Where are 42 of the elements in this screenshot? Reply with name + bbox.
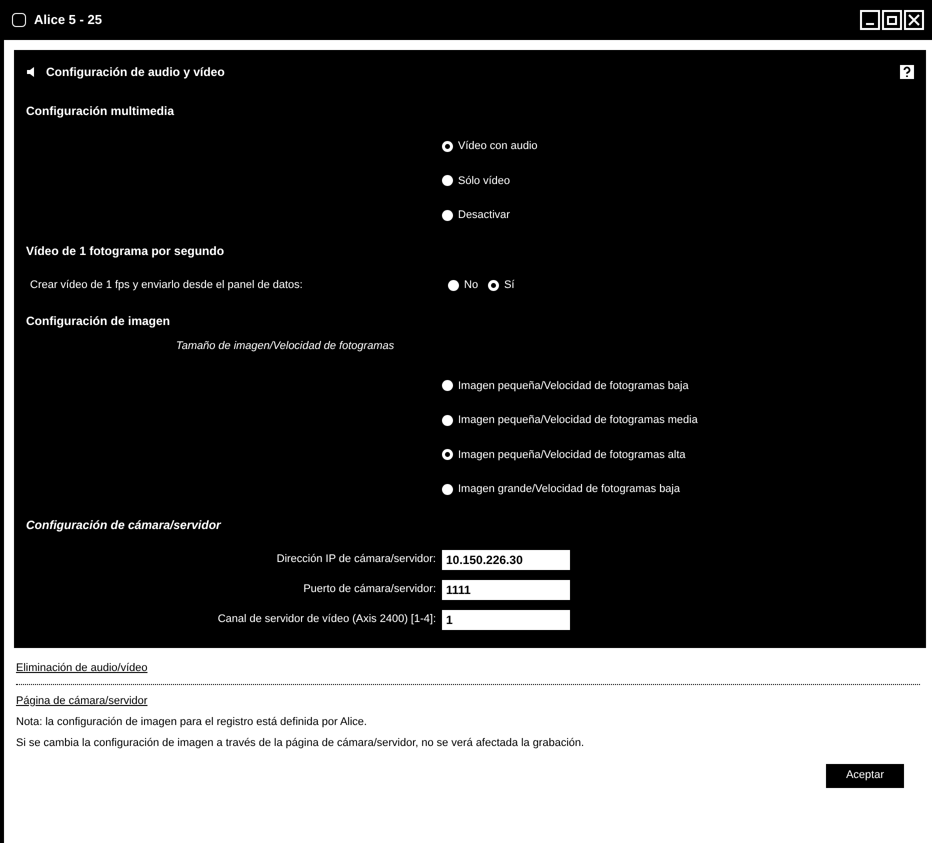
maximize-button[interactable]: [882, 10, 902, 30]
radio-button[interactable]: [442, 414, 453, 426]
radio-button[interactable]: [448, 280, 459, 291]
radio-button[interactable]: [442, 484, 453, 495]
link[interactable]: Página de cámara/servidor: [16, 693, 148, 710]
radio-button[interactable]: [442, 210, 453, 221]
minimize-button[interactable]: [860, 10, 880, 30]
input-field[interactable]: 10.150.226.30: [442, 550, 570, 570]
section-heading: Vídeo de 1 fotograma por segundo: [26, 242, 224, 260]
radio-label: Sí: [504, 278, 514, 294]
field-label: Dirección IP de cámara/servidor:: [276, 552, 436, 568]
link[interactable]: Eliminación de audio/vídeo: [16, 660, 148, 676]
section-heading: Configuración de cámara/servidor: [26, 516, 221, 534]
radio-label: Imagen grande/Velocidad de fotogramas baja: [458, 482, 680, 497]
radio-label: No: [464, 278, 478, 294]
app-icon: [12, 13, 26, 27]
note-text: Nota: la configuración de imagen para el registro está definida por Alice.: [16, 714, 368, 730]
radio-label: Imagen pequeña/Velocidad de fotogramas alta: [458, 448, 686, 462]
help-icon[interactable]: [900, 65, 914, 79]
radio-button[interactable]: [488, 280, 500, 291]
panel-title: Configuración de audio y vídeo: [46, 64, 225, 81]
radio-label: Vídeo con audio: [458, 139, 538, 154]
input-field[interactable]: 1111: [442, 580, 570, 600]
radio-button[interactable]: [442, 380, 453, 392]
note-text: Si se cambia la configuración de imagen a través de la página de cámara/servidor, no se verá afectada la grabación.: [16, 736, 586, 751]
radio-button[interactable]: [442, 449, 453, 460]
radio-button[interactable]: [442, 140, 453, 152]
section-heading: Configuración multimedia: [26, 103, 174, 120]
field-label: Canal de servidor de vídeo (Axis 2400) [1-4]:: [216, 612, 436, 628]
field-label: Crear vídeo de 1 fps y enviarlo desde el panel de datos:: [30, 278, 304, 294]
radio-label: Desactivar: [458, 208, 510, 223]
input-field[interactable]: 1: [442, 610, 570, 630]
radio-label: Sólo vídeo: [458, 174, 510, 188]
accept-button[interactable]: Aceptar: [826, 764, 904, 788]
field-label: Tamaño de imagen/Velocidad de fotogramas: [175, 338, 394, 354]
close-button[interactable]: [904, 10, 924, 30]
field-label: Puerto de cámara/servidor:: [302, 582, 436, 598]
section-heading: Configuración de imagen: [26, 312, 170, 330]
window-title: Alice 5 - 25: [34, 11, 102, 30]
radio-label: Imagen pequeña/Velocidad de fotogramas media: [458, 413, 698, 428]
radio-label: Imagen pequeña/Velocidad de fotogramas baja: [458, 378, 689, 394]
radio-button[interactable]: [442, 175, 453, 186]
